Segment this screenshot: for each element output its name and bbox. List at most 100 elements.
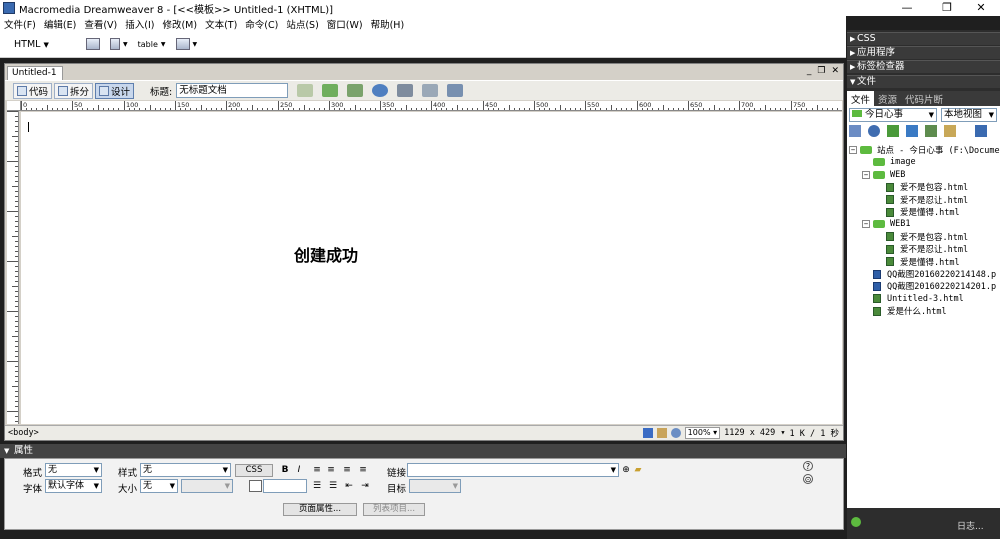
split-view-button[interactable]: 拆分	[54, 82, 94, 99]
ordered-list-icon[interactable]: ☰	[327, 480, 339, 492]
file-management-icon[interactable]	[347, 84, 364, 97]
bold-button[interactable]: B	[279, 464, 291, 476]
code-view-button[interactable]: 代码	[13, 82, 53, 99]
zoom-select[interactable]: 100% ▾	[684, 427, 721, 439]
tree-item[interactable]: 爱不是包容.html	[875, 181, 968, 193]
tree-item[interactable]: 爱不是忍让.html	[875, 243, 968, 255]
menu-commands[interactable]: 命令(C)	[245, 17, 278, 31]
tree-item[interactable]: Untitled-3.html	[862, 293, 964, 305]
tab-snippets[interactable]: 代码片断	[901, 91, 947, 106]
tag-selector[interactable]: <body>	[8, 428, 39, 438]
tab-assets[interactable]: 资源	[874, 91, 901, 106]
window-size[interactable]: 1129 x 429 ▾	[724, 428, 785, 438]
align-right-icon[interactable]: ≡	[341, 464, 353, 476]
tab-files[interactable]: 文件	[847, 91, 875, 106]
view-options-icon[interactable]	[422, 84, 439, 97]
format-select[interactable]: 无 ▼	[45, 463, 102, 477]
size-unit-select[interactable]: ▼	[181, 479, 233, 493]
tree-item[interactable]: 爱是懂得.html	[875, 256, 960, 268]
size-select[interactable]: 无 ▼	[140, 479, 178, 493]
tree-item[interactable]: − 站点 - 今日心事 (F:\Docume	[849, 144, 1000, 156]
close-button[interactable]: ✕	[962, 0, 1000, 16]
menu-help[interactable]: 帮助(H)	[371, 17, 405, 31]
menu-text[interactable]: 文本(T)	[205, 17, 237, 31]
restore-button[interactable]: ❐	[928, 0, 966, 16]
insert-tag-button[interactable]: ▼	[175, 38, 197, 50]
hand-tool-icon[interactable]	[656, 428, 667, 438]
insert-category-dropdown[interactable]: HTML ▼	[14, 39, 60, 50]
tree-item[interactable]: 爱不是忍让.html	[875, 194, 968, 206]
expander-icon[interactable]: −	[862, 220, 870, 229]
document-tab[interactable]: Untitled-1	[7, 66, 63, 80]
design-canvas[interactable]: 创建成功	[21, 112, 842, 424]
list-item-button[interactable]: 列表项目...	[363, 503, 425, 516]
text-color-input[interactable]	[263, 479, 307, 493]
insert-table-button[interactable]: table ▼	[138, 40, 166, 49]
tree-item[interactable]: QQ截图20160220214201.p	[862, 280, 996, 292]
browse-folder-icon[interactable]: ▰	[632, 464, 644, 476]
check-out-icon[interactable]	[925, 125, 937, 137]
pointer-tool-icon[interactable]	[642, 428, 653, 438]
font-select[interactable]: 默认字体 ▼	[45, 479, 102, 493]
doc-close-icon[interactable]: ✕	[831, 66, 839, 76]
panel-files-header[interactable]: ▼ 文件	[847, 75, 1000, 88]
menu-edit[interactable]: 编辑(E)	[44, 17, 76, 31]
doc-minimize-icon[interactable]: _	[807, 66, 812, 76]
preview-browser-icon[interactable]	[372, 84, 389, 97]
tree-item[interactable]: 爱不是包容.html	[875, 231, 968, 243]
style-select[interactable]: 无 ▼	[140, 463, 231, 477]
visual-aids-icon[interactable]	[447, 84, 464, 97]
indent-icon[interactable]: ⇥	[359, 480, 371, 492]
tree-item[interactable]: QQ截图20160220214148.p	[862, 268, 996, 280]
target-select[interactable]: ▼	[409, 479, 461, 493]
css-button[interactable]: CSS	[235, 464, 273, 477]
log-button[interactable]: 日志...	[957, 519, 984, 532]
menu-modify[interactable]: 修改(M)	[162, 17, 197, 31]
tree-item[interactable]: 爱是什么.html	[862, 305, 947, 317]
panel-css-header[interactable]: ▶ CSS	[847, 32, 1000, 45]
page-properties-button[interactable]: 页面属性...	[283, 503, 357, 516]
minimize-button[interactable]: —	[888, 0, 926, 16]
browser-check-icon[interactable]	[297, 84, 314, 97]
expand-panel-icon[interactable]	[975, 125, 987, 137]
document-title-input[interactable]: 无标题文档	[176, 83, 289, 98]
tree-item[interactable]: − WEB	[862, 169, 905, 181]
tree-item[interactable]: image	[862, 156, 916, 168]
help-icon[interactable]: ?	[803, 461, 813, 471]
point-to-file-icon[interactable]: ⊕	[620, 464, 632, 476]
insert-image-button[interactable]: ▼	[110, 38, 128, 50]
check-in-icon[interactable]	[944, 125, 956, 137]
quick-tag-editor-icon[interactable]: ⊙	[803, 474, 813, 484]
panel-application-header[interactable]: ▶ 应用程序	[847, 46, 1000, 59]
site-select[interactable]: 今日心事 ▼	[849, 108, 937, 122]
tree-item[interactable]: − WEB1	[862, 218, 910, 230]
doc-restore-icon[interactable]: ❐	[817, 66, 825, 76]
refresh-icon[interactable]	[868, 125, 880, 137]
zoom-tool-icon[interactable]	[670, 428, 681, 438]
italic-button[interactable]: I	[293, 464, 305, 476]
refresh-icon[interactable]	[397, 84, 414, 97]
put-files-icon[interactable]	[906, 125, 918, 137]
outdent-icon[interactable]: ⇤	[343, 480, 355, 492]
view-select[interactable]: 本地视图 ▼	[941, 108, 997, 122]
validate-icon[interactable]	[322, 84, 339, 97]
menu-insert[interactable]: 插入(I)	[125, 17, 154, 31]
tree-item[interactable]: 爱是懂得.html	[875, 206, 960, 218]
design-view-button[interactable]: 设计	[95, 82, 135, 99]
expander-icon[interactable]: −	[862, 170, 870, 179]
justify-icon[interactable]: ≡	[357, 464, 369, 476]
connect-icon[interactable]	[849, 125, 861, 137]
panel-tag-inspector-header[interactable]: ▶ 标签检查器	[847, 60, 1000, 73]
properties-panel-header[interactable]: ▼ 属性	[0, 444, 846, 458]
expander-icon[interactable]: −	[849, 146, 857, 154]
insert-table-icon-button[interactable]	[86, 38, 100, 50]
align-left-icon[interactable]: ≡	[311, 464, 323, 476]
get-files-icon[interactable]	[887, 125, 899, 137]
menu-file[interactable]: 文件(F)	[4, 17, 36, 31]
unordered-list-icon[interactable]: ☰	[311, 480, 323, 492]
menu-site[interactable]: 站点(S)	[286, 17, 318, 31]
link-input[interactable]: ▼	[407, 463, 619, 477]
align-center-icon[interactable]: ≡	[325, 464, 337, 476]
text-color-swatch[interactable]	[249, 480, 262, 492]
menu-window[interactable]: 窗口(W)	[327, 17, 363, 31]
